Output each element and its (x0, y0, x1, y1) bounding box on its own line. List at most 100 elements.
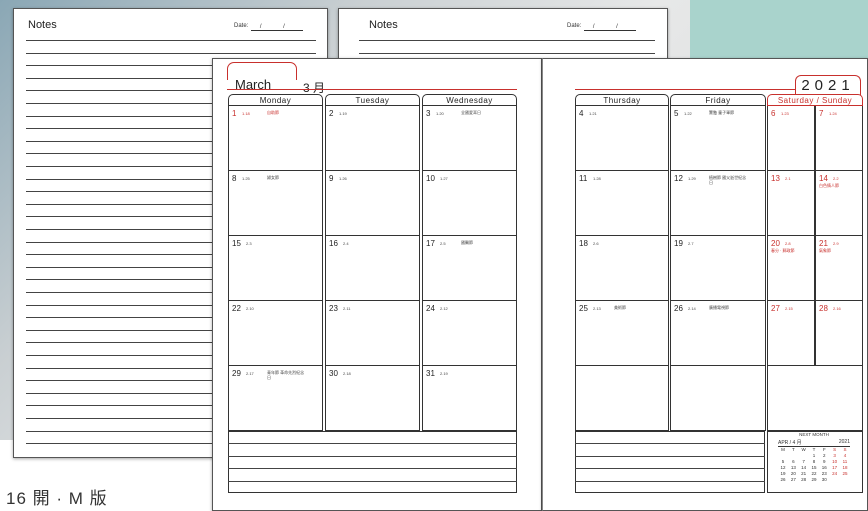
day-cell[interactable]: 29 2.17 青年節 革命先烈紀念日 (228, 366, 323, 431)
lunar-date: 1.25 (242, 176, 250, 181)
day-number: 6 (771, 109, 776, 118)
memo-line (228, 443, 517, 445)
day-number: 24 (426, 304, 435, 313)
day-cell[interactable]: 14 2.2 白色情人節 (815, 171, 863, 236)
mini-cal-day: 28 (801, 477, 807, 482)
next-month-label: NEXT MONTH (799, 432, 829, 437)
day-cell[interactable]: 18 2.6 (575, 236, 669, 301)
lunar-date: 2.14 (688, 306, 696, 311)
day-cell[interactable]: 15 2.3 (228, 236, 323, 301)
day-cell[interactable]: 22 2.10 (228, 301, 323, 366)
day-cell[interactable]: 20 2.8 春分 · 郵政節 (767, 236, 815, 301)
lunar-date: 1.28 (593, 176, 601, 181)
day-cell[interactable] (670, 366, 766, 431)
lunar-date: 2.7 (688, 241, 694, 246)
day-number: 26 (674, 304, 683, 313)
day-cell[interactable] (767, 366, 863, 431)
month-prefix: 3 (303, 81, 310, 95)
mini-cal-day: 26 (780, 477, 786, 482)
day-cell[interactable] (575, 366, 669, 431)
year-underline (575, 89, 795, 90)
memo-line (575, 480, 765, 482)
day-number: 17 (426, 239, 435, 248)
day-cell[interactable]: 9 1.26 (325, 171, 420, 236)
day-number: 11 (579, 174, 588, 183)
day-number: 8 (232, 174, 237, 183)
memo-box[interactable] (575, 431, 765, 493)
date-label: Date: (234, 23, 249, 29)
memo-box[interactable] (228, 431, 517, 493)
day-cell[interactable]: 30 2.18 (325, 366, 420, 431)
day-cell[interactable]: 3 1.20 全國愛耳日 (422, 106, 517, 171)
day-cell[interactable]: 17 2.5 國醫節 (422, 236, 517, 301)
day-number: 5 (674, 109, 679, 118)
holiday-label: 驚蟄 童子軍節 (709, 110, 735, 115)
day-cell[interactable]: 7 1.24 (815, 106, 863, 171)
day-cell[interactable]: 21 2.9 氣象節 (815, 236, 863, 301)
notes-title: Notes (28, 19, 57, 31)
lunar-date: 1.18 (242, 111, 250, 116)
day-cell[interactable]: 8 1.25 婦女節 (228, 171, 323, 236)
day-cell[interactable]: 26 2.14 廣播電視節 (670, 301, 766, 366)
day-number: 30 (329, 369, 338, 378)
lunar-date: 2.15 (785, 306, 793, 311)
lunar-date: 2.19 (440, 371, 448, 376)
day-number: 1 (232, 109, 237, 118)
date-slashes: / / (251, 24, 304, 31)
day-number: 14 (819, 174, 828, 183)
day-cell[interactable]: 19 2.7 (670, 236, 766, 301)
day-cell[interactable]: 5 1.22 驚蟄 童子軍節 (670, 106, 766, 171)
mini-cal-day (840, 477, 850, 483)
day-number: 21 (819, 239, 828, 248)
day-cell[interactable]: 25 2.13 美術節 (575, 301, 669, 366)
mini-cal-day: 27 (790, 477, 796, 482)
day-number: 27 (771, 304, 780, 313)
lunar-date: 1.24 (829, 111, 837, 116)
day-cell[interactable]: 24 2.12 (422, 301, 517, 366)
day-cell[interactable]: 11 1.28 (575, 171, 669, 236)
day-cell[interactable]: 13 2.1 (767, 171, 815, 236)
holiday-label: 春分 · 郵政節 (771, 248, 795, 253)
holiday-label: 自助節 (267, 110, 279, 115)
lunar-date: 1.21 (589, 111, 597, 116)
holiday-label: 婦女節 (267, 175, 279, 180)
lunar-date: 2.8 (785, 241, 791, 246)
day-cell[interactable]: 16 2.4 (325, 236, 420, 301)
memo-line (228, 455, 517, 457)
lunar-date: 2.3 (246, 241, 252, 246)
lunar-date: 2.10 (246, 306, 254, 311)
lunar-date: 2.6 (593, 241, 599, 246)
holiday-label: 美術節 (614, 305, 626, 310)
weekday-header: Monday (228, 94, 323, 106)
notes-date: Date: / / (567, 23, 637, 31)
day-cell[interactable]: 31 2.19 (422, 366, 517, 431)
lunar-date: 1.19 (339, 111, 347, 116)
day-cell[interactable]: 12 1.29 植樹節 國父逝世紀念日 (670, 171, 766, 236)
day-cell[interactable]: 23 2.11 (325, 301, 420, 366)
weekday-header: Saturday / Sunday (767, 94, 863, 106)
lunar-date: 2.9 (833, 241, 839, 246)
day-number: 13 (771, 174, 780, 183)
mini-cal-day: 29 (811, 477, 817, 482)
lunar-date: 1.22 (684, 111, 692, 116)
day-number: 18 (579, 239, 588, 248)
day-cell[interactable]: 28 2.16 (815, 301, 863, 366)
day-cell[interactable]: 1 1.18 自助節 (228, 106, 323, 171)
day-number: 12 (674, 174, 683, 183)
lunar-date: 2.1 (785, 176, 791, 181)
lunar-date: 1.20 (436, 111, 444, 116)
holiday-label: 全國愛耳日 (461, 110, 481, 115)
lunar-date: 2.17 (246, 371, 254, 376)
lunar-date: 1.27 (440, 176, 448, 181)
day-cell[interactable]: 4 1.21 (575, 106, 669, 171)
day-cell[interactable]: 27 2.15 (767, 301, 815, 366)
month-underline (227, 89, 517, 90)
holiday-label: 植樹節 國父逝世紀念日 (709, 175, 747, 185)
mini-cal-year: 2021 (838, 439, 850, 445)
memo-line (228, 480, 517, 482)
day-cell[interactable]: 2 1.19 (325, 106, 420, 171)
day-cell[interactable]: 6 1.23 (767, 106, 815, 171)
holiday-label: 國醫節 (461, 240, 473, 245)
day-cell[interactable]: 10 1.27 (422, 171, 517, 236)
notes-line (359, 53, 655, 54)
